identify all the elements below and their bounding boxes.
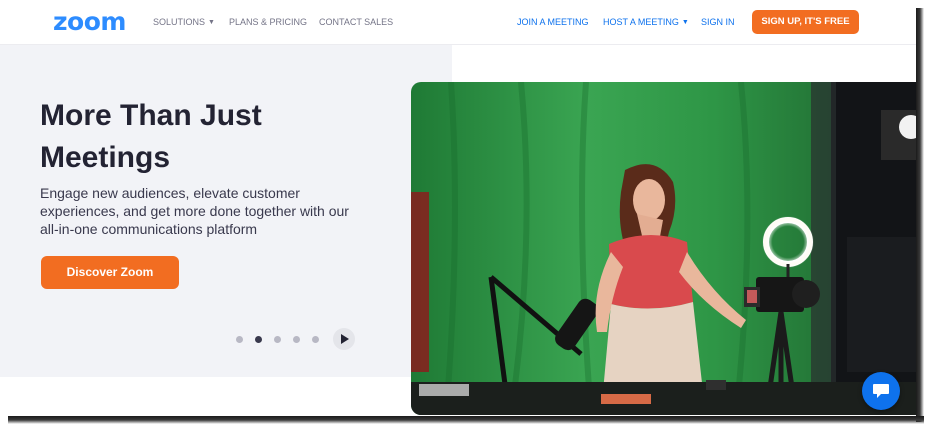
nav-join-meeting[interactable]: JOIN A MEETING [517,16,589,28]
hero-image [411,82,916,415]
nav-contact-sales[interactable]: CONTACT SALES [319,16,393,28]
green-screen-studio-illustration [411,82,916,415]
nav-solutions-label: SOLUTIONS [153,17,206,27]
top-navigation: zoom SOLUTIONS ▼ PLANS & PRICING CONTACT … [0,0,916,45]
nav-plans-pricing[interactable]: PLANS & PRICING [229,16,307,28]
nav-host-meeting[interactable]: HOST A MEETING ▼ [603,16,689,29]
carousel-dot-1[interactable] [236,336,243,343]
caret-down-icon: ▼ [681,19,689,26]
window-shadow-bottom [8,416,924,424]
discover-zoom-button[interactable]: Discover Zoom [41,256,179,289]
nav-sign-in[interactable]: SIGN IN [701,16,735,28]
zoom-homepage: zoom SOLUTIONS ▼ PLANS & PRICING CONTACT … [0,0,916,416]
carousel-dot-3[interactable] [274,336,281,343]
zoom-logo[interactable]: zoom [53,7,126,37]
carousel-dot-4[interactable] [293,336,300,343]
window-shadow-right [916,8,924,422]
carousel-play-button[interactable] [333,328,355,350]
caret-down-icon: ▼ [208,19,215,26]
chat-widget-button[interactable] [862,372,900,410]
play-icon [341,334,349,344]
chat-icon [873,384,889,398]
hero-subtitle: Engage new audiences, elevate customer e… [40,185,349,237]
nav-solutions[interactable]: SOLUTIONS ▼ [153,16,215,29]
carousel-dot-2[interactable] [255,336,262,343]
carousel-dot-5[interactable] [312,336,319,343]
hero-title: More Than Just Meetings [40,99,262,174]
sign-up-button[interactable]: SIGN UP, IT'S FREE [752,10,859,34]
nav-host-meeting-label: HOST A MEETING [603,17,679,27]
